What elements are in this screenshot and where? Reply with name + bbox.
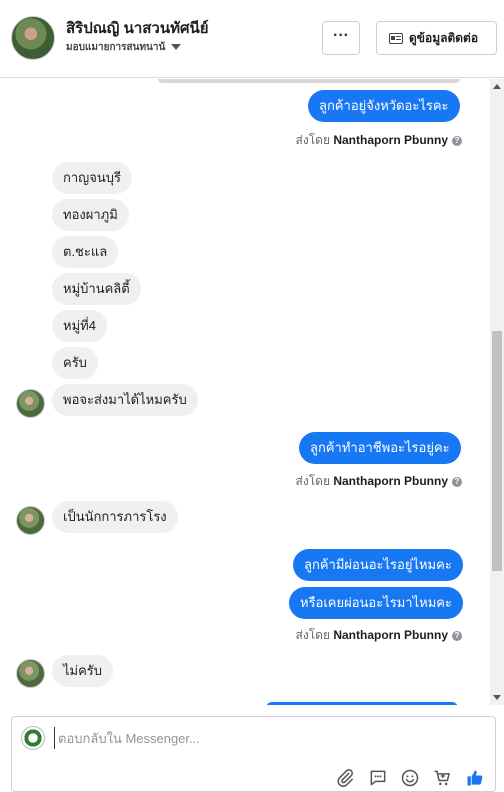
message-bubble-incoming[interactable]: เป็นนักการภารโรง [52,501,178,533]
emoji-icon[interactable] [399,767,421,789]
more-options-button[interactable]: ··· [322,21,360,55]
assign-conversation-dropdown[interactable]: มอบแมายการสนทนาน้ [66,40,182,55]
scrollbar-thumb[interactable] [492,331,502,571]
sent-by-prefix: ส่งโดย [295,628,330,642]
sent-by-label: ส่งโดย Nanthaporn Pbunny? [296,472,462,491]
contact-avatar[interactable] [11,16,55,60]
message-bubble-incoming[interactable]: หมู่บ้านคลิตี้ [52,273,141,305]
message-bubble-outgoing[interactable]: ลูกค้าอยู่จังหวัดอะไรคะ [308,90,460,122]
message-bubble-incoming[interactable]: พอจะส่งมาได้ไหมครับ [52,384,198,416]
message-bubble-outgoing[interactable]: ลูกค้าทำอาชีพอะไรอยู่คะ [299,432,461,464]
sent-by-prefix: ส่งโดย [295,474,330,488]
sent-by-prefix: ส่งโดย [295,133,330,147]
help-icon[interactable]: ? [452,135,462,146]
help-icon[interactable]: ? [452,476,462,487]
message-bubble-outgoing[interactable]: หรือเคยผ่อนอะไรมาไหมคะ [289,587,463,619]
reply-input[interactable] [54,727,474,749]
contact-card-icon [389,32,403,44]
paperclip-icon[interactable] [334,767,356,789]
message-bubble-incoming[interactable]: หมู่ที่4 [52,310,107,342]
sent-by-name: Nanthaporn Pbunny [333,628,448,642]
sender-avatar[interactable] [16,659,45,688]
sent-by-label: ส่งโดย Nanthaporn Pbunny? [296,131,462,150]
sender-avatar[interactable] [16,506,45,535]
thumbs-up-icon[interactable] [464,767,486,789]
conversation-header: สิริปณญิ นาสวนทัศนีย์ มอบแมายการสนทนาน้ … [0,0,504,78]
view-contact-info-label: ดูข้อมูลติดต่อ [409,30,479,45]
message-bubble-incoming[interactable]: ต.ชะแล [52,236,119,268]
cart-icon[interactable] [431,767,453,789]
sent-by-label: ส่งโดย Nanthaporn Pbunny? [296,626,462,645]
message-thread: ลูกค้าอยู่จังหวัดอะไรคะ ส่งโดย Nanthapor… [0,79,490,705]
view-contact-info-button[interactable]: ดูข้อมูลติดต่อ [376,21,497,55]
chat-bubble-icon[interactable] [367,767,389,789]
contact-name[interactable]: สิริปณญิ นาสวนทัศนีย์ [66,16,209,40]
sent-by-name: Nanthaporn Pbunny [333,133,448,147]
assign-label: มอบแมายการสนทนาน้ [66,42,166,53]
composer-box[interactable] [11,716,496,792]
previous-message-remnant [158,79,460,83]
thread-scrollbar[interactable] [490,79,504,705]
scroll-up-arrow-icon[interactable] [493,84,501,89]
message-bubble-incoming[interactable]: ไม่ครับ [52,655,114,687]
message-bubble-incoming[interactable]: ครับ [52,347,98,379]
caret-down-icon [171,44,182,51]
message-bubble-incoming[interactable]: กาญจนบุรี [52,162,132,194]
message-bubble-outgoing[interactable]: ลูกค้ามีผ่อนอะไรอยู่ไหมคะ [293,549,463,581]
help-icon[interactable]: ? [452,630,462,641]
message-bubble-incoming[interactable]: ทองผาภูมิ [52,199,129,231]
sent-by-name: Nanthaporn Pbunny [333,474,448,488]
sender-avatar[interactable] [16,389,45,418]
scroll-down-arrow-icon[interactable] [493,695,501,700]
composer-area [0,705,504,792]
page-avatar-icon [21,726,45,750]
